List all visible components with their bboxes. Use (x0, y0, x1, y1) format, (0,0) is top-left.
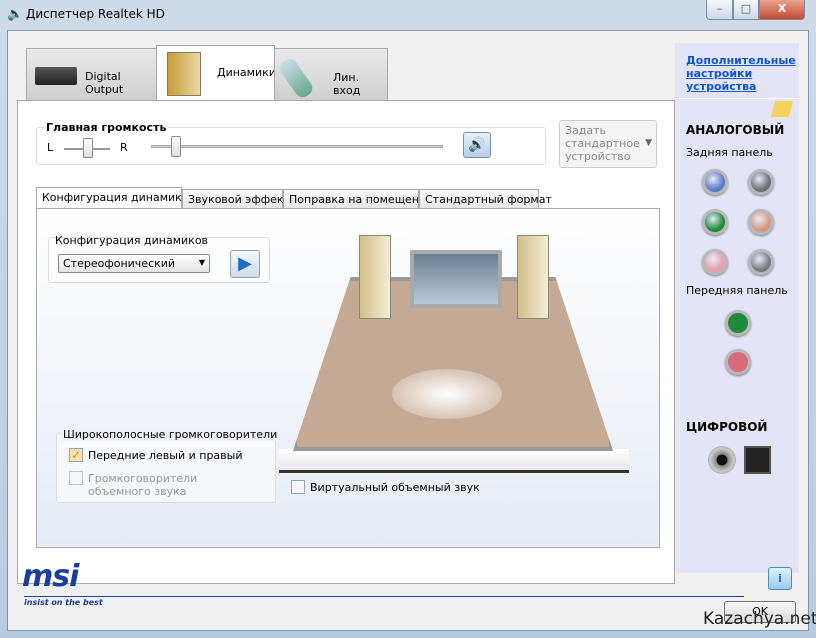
divider (675, 98, 799, 99)
window-title: Диспетчер Realtek HD (26, 7, 165, 21)
rear-jack-orange[interactable] (748, 209, 774, 235)
digital-output-icon (35, 67, 77, 85)
client-area: Digital Output Динамики Лин. вход Главна… (7, 30, 809, 631)
speaker-config-value: Стереофонический (63, 257, 175, 270)
folder-icon[interactable] (771, 101, 793, 117)
rear-panel-label: Задняя панель (686, 146, 773, 159)
rear-jack-blue[interactable] (702, 169, 728, 195)
volume-track (151, 145, 443, 148)
speaker-volume-icon: 🔊 (468, 137, 485, 153)
play-icon: ▶ (238, 253, 252, 274)
master-volume-title: Главная громкость (44, 121, 168, 134)
tab-label: Digital Output (85, 70, 156, 96)
msi-logo: msi (22, 559, 78, 594)
rear-jack-grey[interactable] (748, 169, 774, 195)
checkmark-icon: ✓ (71, 448, 81, 462)
front-jack-pink[interactable] (725, 349, 751, 375)
watermark: Kazachya.net (703, 609, 816, 629)
set-default-label: Задать стандартное устройство (565, 124, 640, 163)
close-button[interactable]: X (759, 0, 805, 20)
subtab-sound-effect[interactable]: Звуковой эффект (182, 189, 283, 209)
fullrange-title: Широкополосные громкоговорители (61, 428, 279, 441)
coaxial-jack[interactable] (708, 446, 736, 474)
set-default-device-button[interactable]: Задать стандартное устройство ▼ (559, 120, 657, 168)
chevron-down-icon: ▼ (645, 137, 652, 150)
right-speaker (517, 235, 549, 319)
speakers-icon (167, 52, 201, 96)
speaker-config-panel: Конфигурация динамиков Стереофонический … (36, 208, 660, 548)
advanced-settings-link[interactable]: Дополнительные настройки устройства (686, 54, 791, 93)
subtab-room-correction[interactable]: Поправка на помещение (283, 189, 419, 209)
tab-speakers[interactable]: Динамики (156, 45, 275, 102)
listener-spot (392, 369, 502, 419)
maximize-button[interactable]: □ (733, 0, 759, 20)
rear-jack-grey-2[interactable] (748, 249, 774, 275)
msi-slogan: insist on the best (24, 598, 103, 607)
tv-display (410, 250, 502, 308)
connector-sidebar: Дополнительные настройки устройства АНАЛ… (675, 43, 799, 573)
front-lr-checkbox[interactable]: ✓ (69, 448, 83, 462)
info-button[interactable]: i (768, 567, 792, 590)
play-test-button[interactable]: ▶ (230, 250, 260, 278)
front-lr-label: Передние левый и правый (88, 449, 243, 462)
balance-slider[interactable] (83, 138, 93, 158)
front-panel-label: Передняя панель (686, 284, 788, 297)
optical-jack[interactable] (744, 446, 771, 474)
balance-right-label: R (120, 141, 128, 154)
subtab-speaker-config[interactable]: Конфигурация динамиков (36, 187, 182, 210)
speaker-icon: 🔈 (7, 7, 23, 22)
speaker-config-select[interactable]: Стереофонический ▼ (58, 254, 210, 273)
virtual-surround-checkbox[interactable] (291, 480, 305, 494)
minimize-button[interactable]: – (706, 0, 733, 20)
front-jack-green[interactable] (725, 310, 751, 336)
chevron-down-icon: ▼ (199, 258, 205, 267)
line-in-icon (277, 56, 316, 101)
tab-digital-output[interactable]: Digital Output (26, 48, 157, 101)
surround-checkbox[interactable] (69, 471, 83, 485)
info-icon: i (778, 572, 782, 585)
left-speaker (359, 235, 391, 319)
mute-button[interactable]: 🔊 (463, 132, 491, 158)
tab-label: Динамики (217, 66, 276, 79)
tab-line-in[interactable]: Лин. вход (274, 48, 388, 101)
digital-heading: ЦИФРОВОЙ (686, 420, 767, 434)
volume-slider[interactable] (171, 136, 181, 157)
floor-edge (279, 449, 629, 473)
virtual-surround-label: Виртуальный объемный звук (310, 481, 480, 494)
rear-jack-pink[interactable] (702, 249, 728, 275)
subtab-default-format[interactable]: Стандартный формат (419, 189, 539, 209)
tab-label: Лин. вход (333, 71, 387, 97)
title-bar: 🔈 Диспетчер Realtek HD – □ X (0, 0, 816, 30)
analog-heading: АНАЛОГОВЫЙ (686, 123, 784, 137)
speaker-config-title: Конфигурация динамиков (55, 234, 208, 247)
rear-jack-green[interactable] (702, 209, 728, 235)
balance-left-label: L (47, 141, 53, 154)
brand-line (24, 596, 744, 597)
surround-label: Громкоговорители объемного звука (88, 472, 253, 498)
